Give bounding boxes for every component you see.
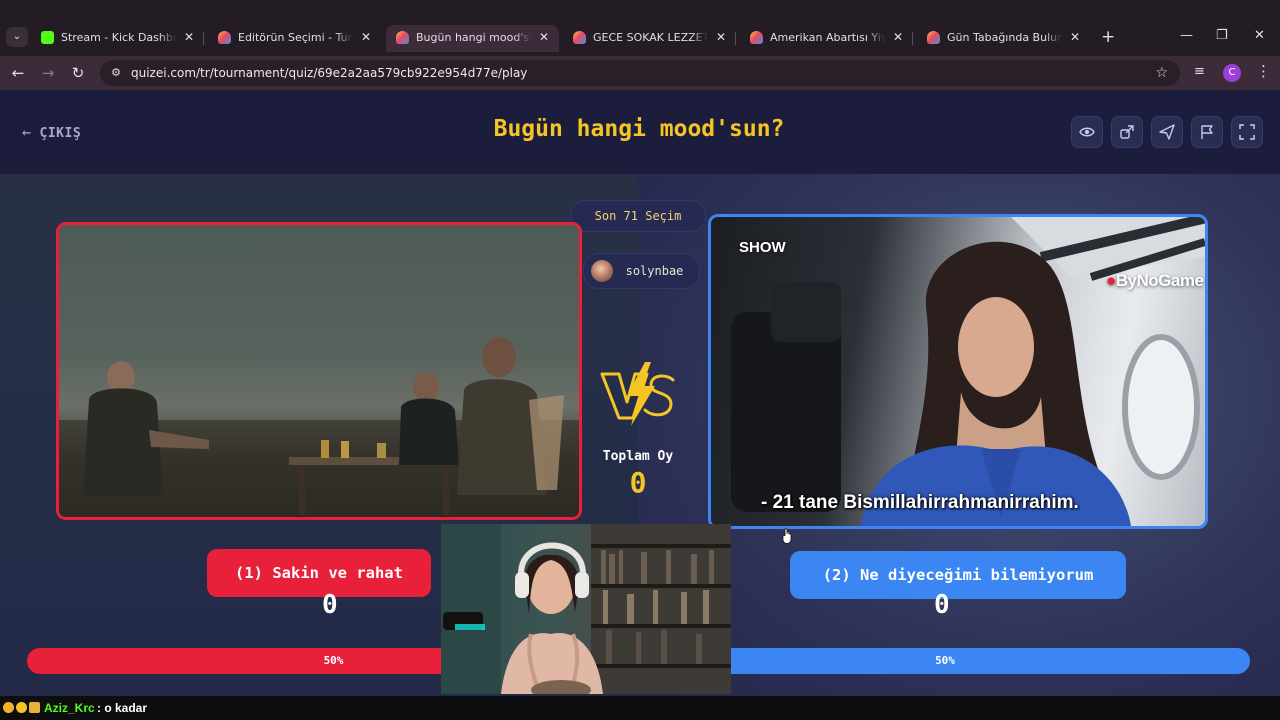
choice-1-image[interactable] <box>56 222 582 520</box>
tab-street-food[interactable]: GECE SOKAK LEZZETLERİ ✕ <box>563 25 736 52</box>
share-icon[interactable] <box>1111 116 1143 148</box>
close-tab-icon[interactable]: ✕ <box>361 25 371 50</box>
gift-badge-icon <box>29 702 40 713</box>
close-tab-icon[interactable]: ✕ <box>184 25 194 50</box>
choice-2-image[interactable]: SHOW - 21 tane Bismillahirrahmanirrahim. <box>708 214 1208 529</box>
badge-icon <box>3 702 14 713</box>
reload-icon[interactable]: ↻ <box>67 62 89 84</box>
quizei-icon <box>396 31 409 44</box>
browser-menu-icon[interactable]: ⋮ <box>1256 62 1271 80</box>
profile-avatar[interactable]: C <box>1223 64 1241 82</box>
webcam-overlay <box>441 524 731 694</box>
close-tab-icon[interactable]: ✕ <box>1070 25 1080 50</box>
quizei-icon <box>573 31 586 44</box>
close-tab-icon[interactable]: ✕ <box>893 25 903 50</box>
quizei-icon <box>927 31 940 44</box>
tab-kick-dashboard[interactable]: Stream - Kick Dashboard ✕ <box>31 25 204 52</box>
choice-2-percent-bar: 50% <box>640 648 1250 674</box>
choice-1-votes: 0 <box>322 590 338 620</box>
minimize-icon[interactable]: — <box>1180 26 1193 46</box>
chat-overlay: Aziz_Krc : o kadar <box>0 696 1280 720</box>
total-votes-label: Toplam Oy <box>602 449 674 464</box>
bookmark-star-icon[interactable]: ☆ <box>1155 60 1168 86</box>
restore-icon[interactable]: ❐ <box>1216 26 1228 46</box>
close-window-icon[interactable]: ✕ <box>1254 26 1265 46</box>
user-badge: solynbae <box>583 253 700 289</box>
address-bar-row: ← → ↻ ⚙ quizei.com/tr/tournament/quiz/69… <box>0 56 1280 90</box>
eye-icon[interactable] <box>1071 116 1103 148</box>
chat-username: Aziz_Krc <box>44 701 95 715</box>
tab-day-plate[interactable]: Gün Tabağında Bulunan Le ✕ <box>917 25 1090 52</box>
back-icon[interactable]: ← <box>7 62 29 84</box>
url-field[interactable]: ⚙ quizei.com/tr/tournament/quiz/69e2a2aa… <box>100 60 1180 86</box>
men-at-table-illustration <box>59 337 579 517</box>
browser-tab-strip: ⌄ Stream - Kick Dashboard ✕ Editörün Seç… <box>0 0 1280 56</box>
watermark: ●ByNoGame <box>1106 271 1204 290</box>
choice-2-button[interactable]: (2) Ne diyeceğimi bilemiyorum <box>790 551 1126 599</box>
media-control-icon[interactable]: ≡ <box>1194 64 1205 79</box>
close-tab-icon[interactable]: ✕ <box>539 25 549 50</box>
flag-icon[interactable] <box>1191 116 1223 148</box>
mouse-cursor-icon <box>782 528 792 544</box>
recent-picks-badge: Son 71 Seçim <box>570 200 706 232</box>
choice-2-votes: 0 <box>934 590 950 620</box>
new-tab-icon[interactable]: + <box>1101 27 1115 47</box>
quizei-icon <box>218 31 231 44</box>
tab-search-button[interactable]: ⌄ <box>6 27 28 47</box>
quizei-icon <box>750 31 763 44</box>
vs-logo <box>599 358 679 430</box>
fullscreen-icon[interactable] <box>1231 116 1263 148</box>
streamer-webcam-illustration <box>441 524 731 694</box>
kick-icon <box>41 31 54 44</box>
total-votes-value: 0 <box>629 466 647 499</box>
woman-in-vehicle-illustration <box>731 217 1205 526</box>
avatar <box>591 260 613 282</box>
tab-american-food[interactable]: Amerikan Abartısı Yiyecekl ✕ <box>740 25 913 52</box>
chat-message: : o kadar <box>97 701 148 715</box>
channel-logo: SHOW <box>739 239 786 256</box>
tab-mood-quiz[interactable]: Bugün hangi mood'sun? - ✕ <box>386 25 559 52</box>
tab-editor-choice[interactable]: Editörün Seçimi - Turnuva ✕ <box>208 25 381 52</box>
subscriber-badge-icon <box>16 702 27 713</box>
close-tab-icon[interactable]: ✕ <box>716 25 726 50</box>
send-icon[interactable] <box>1151 116 1183 148</box>
video-subtitle: - 21 tane Bismillahirrahmanirrahim. <box>761 492 1079 513</box>
choice-1-button[interactable]: (1) Sakin ve rahat <box>207 549 431 597</box>
site-info-icon[interactable]: ⚙ <box>106 63 126 83</box>
forward-icon[interactable]: → <box>37 62 59 84</box>
